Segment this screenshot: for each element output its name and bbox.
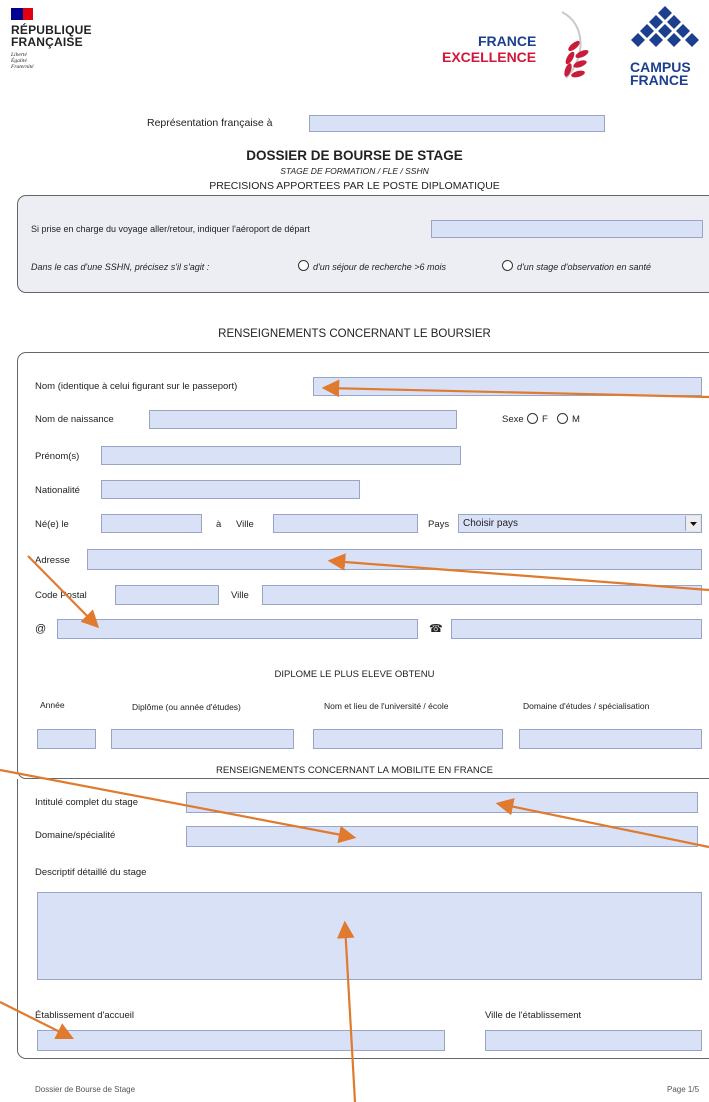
arrow-to-etablissement — [0, 1001, 74, 1039]
arrow-to-nom — [321, 379, 709, 399]
arrow-to-email — [27, 555, 100, 629]
annotation-arrows — [0, 379, 709, 1102]
arrow-to-intitule — [495, 798, 709, 849]
arrow-to-descriptif — [336, 920, 357, 1102]
arrow-to-adresse — [327, 553, 709, 592]
arrow-to-domaine — [0, 768, 357, 844]
